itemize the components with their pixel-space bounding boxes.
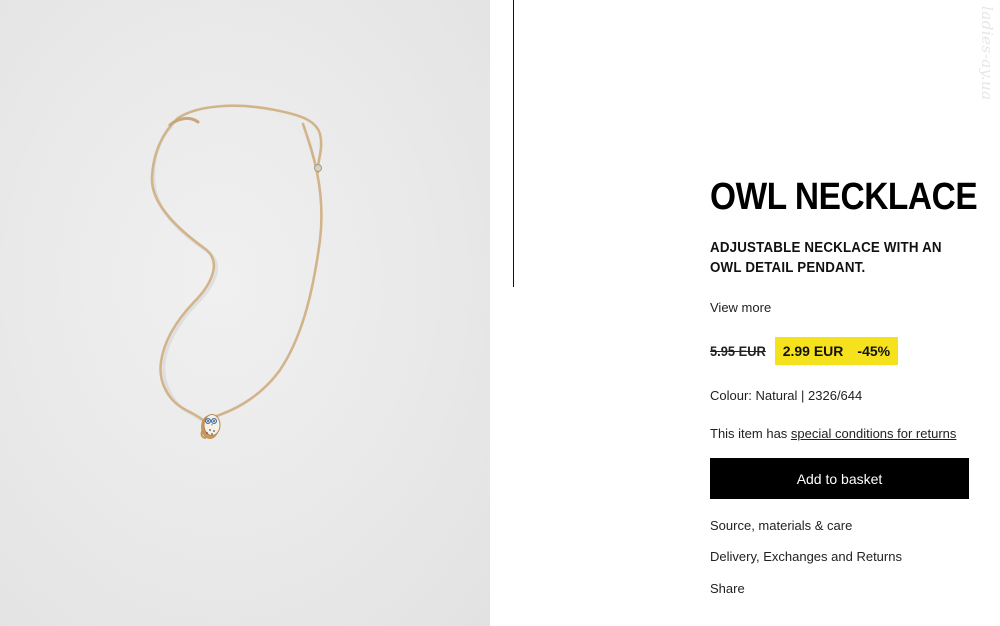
returns-note: This item has special conditions for ret… xyxy=(710,426,956,441)
watermark: ladies-ay.ua xyxy=(978,6,996,101)
source-materials-care-link[interactable]: Source, materials & care xyxy=(710,518,852,533)
product-photo[interactable] xyxy=(0,0,490,626)
price-row: 5.95 EUR 2.99 EUR -45% xyxy=(710,337,899,365)
colour-reference: Colour: Natural | 2326/644 xyxy=(710,388,863,403)
product-description: ADJUSTABLE NECKLACE WITH AN OWL DETAIL P… xyxy=(710,240,942,276)
divider-line xyxy=(513,0,514,287)
owl-necklace-image xyxy=(150,104,323,439)
special-returns-link[interactable]: special conditions for returns xyxy=(791,426,956,441)
sale-price-badge: 2.99 EUR -45% xyxy=(774,337,899,365)
share-link[interactable]: Share xyxy=(710,581,745,596)
sale-price: 2.99 EUR xyxy=(782,343,844,359)
returns-note-prefix: This item has xyxy=(710,426,791,441)
view-more-link[interactable]: View more xyxy=(710,300,771,315)
discount-percent: -45% xyxy=(857,343,891,359)
product-title: OWL NECKLACE xyxy=(710,176,978,218)
add-to-basket-button[interactable]: Add to basket xyxy=(710,458,969,499)
delivery-exchanges-returns-link[interactable]: Delivery, Exchanges and Returns xyxy=(710,549,902,564)
original-price: 5.95 EUR xyxy=(710,343,766,359)
